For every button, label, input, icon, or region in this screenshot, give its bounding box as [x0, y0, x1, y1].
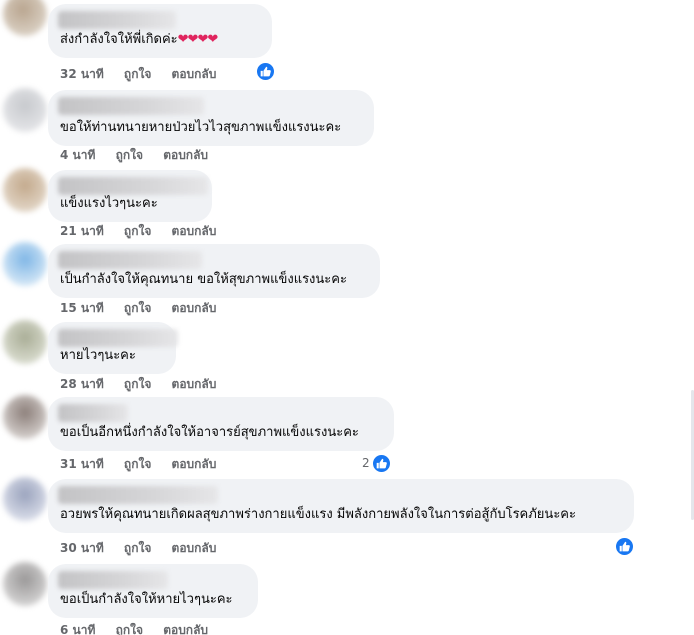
- comment-bubble: ขอเป็นอีกหนึ่งกำลังใจให้อาจารย์สุขภาพแข็…: [48, 397, 394, 451]
- like-icon: [371, 453, 391, 473]
- comment-text: ขอเป็นกำลังใจให้หายไวๆนะคะ: [60, 592, 233, 607]
- comment-bubble: เป็นกำลังใจให้คุณทนาย ขอให้สุขภาพแข็งแรง…: [48, 244, 380, 298]
- reply-button[interactable]: ตอบกลับ: [172, 224, 217, 238]
- commenter-name-blurred[interactable]: [58, 404, 128, 422]
- like-button[interactable]: ถูกใจ: [124, 457, 151, 471]
- comment-time[interactable]: 30 นาที: [60, 541, 104, 555]
- avatar[interactable]: [3, 477, 47, 521]
- comment-time[interactable]: 31 นาที: [60, 457, 104, 471]
- avatar[interactable]: [3, 88, 47, 132]
- reply-button[interactable]: ตอบกลับ: [172, 377, 217, 391]
- comment-text: หายไวๆนะคะ: [60, 348, 136, 363]
- like-button[interactable]: ถูกใจ: [124, 377, 151, 391]
- reply-button[interactable]: ตอบกลับ: [163, 148, 208, 162]
- reaction-summary[interactable]: [254, 61, 275, 81]
- avatar[interactable]: [3, 395, 47, 439]
- comment-bubble: แข็งแรงไวๆนะคะ: [48, 170, 212, 222]
- avatar[interactable]: [3, 0, 47, 36]
- comment-text: เป็นกำลังใจให้คุณทนาย ขอให้สุขภาพแข็งแรง…: [60, 272, 347, 287]
- commenter-name-blurred[interactable]: [58, 11, 176, 29]
- comment-text: ขอเป็นอีกหนึ่งกำลังใจให้อาจารย์สุขภาพแข็…: [60, 425, 359, 440]
- like-icon: [256, 61, 275, 81]
- comment-text: แข็งแรงไวๆนะคะ: [60, 196, 158, 211]
- like-button[interactable]: ถูกใจ: [124, 67, 151, 81]
- like-button[interactable]: ถูกใจ: [124, 541, 151, 555]
- comment-meta: 15 นาที ถูกใจ ตอบกลับ: [60, 299, 232, 318]
- reaction-summary[interactable]: [613, 536, 634, 556]
- avatar[interactable]: [3, 242, 47, 286]
- like-button[interactable]: ถูกใจ: [116, 623, 143, 635]
- reply-button[interactable]: ตอบกลับ: [172, 457, 217, 471]
- comment-text: ส่งกำลังใจให้พี่เกิดค่ะ❤❤❤❤: [60, 32, 219, 47]
- comment-time[interactable]: 15 นาที: [60, 301, 104, 315]
- avatar[interactable]: [3, 320, 47, 364]
- comment-bubble: หายไวๆนะคะ: [48, 322, 178, 374]
- like-button[interactable]: ถูกใจ: [124, 301, 151, 315]
- reaction-summary[interactable]: 2: [362, 453, 391, 473]
- avatar[interactable]: [3, 168, 47, 212]
- comment-time[interactable]: 21 นาที: [60, 224, 104, 238]
- comment-meta: 30 นาที ถูกใจ ตอบกลับ: [60, 539, 232, 558]
- comment-bubble: ส่งกำลังใจให้พี่เกิดค่ะ❤❤❤❤: [48, 4, 272, 58]
- comment-bubble: ขอให้ท่านทนายหายป่วยไวไวสุขภาพแข็งแรงนะค…: [48, 90, 374, 146]
- comment-feed: ส่งกำลังใจให้พี่เกิดค่ะ❤❤❤❤ 32 นาที ถูกใ…: [0, 0, 694, 635]
- reply-button[interactable]: ตอบกลับ: [172, 67, 217, 81]
- reply-button[interactable]: ตอบกลับ: [172, 301, 217, 315]
- comment-text: อวยพรให้คุณทนายเกิดผลสุขภาพร่างกายแข็งแร…: [60, 507, 576, 522]
- comment-text: ขอให้ท่านทนายหายป่วยไวไวสุขภาพแข็งแรงนะค…: [60, 120, 342, 135]
- comment-time[interactable]: 28 นาที: [60, 377, 104, 391]
- like-icon: [615, 536, 634, 556]
- comment-time[interactable]: 32 นาที: [60, 67, 104, 81]
- like-button[interactable]: ถูกใจ: [116, 148, 143, 162]
- commenter-name-blurred[interactable]: [58, 571, 168, 589]
- reaction-count: 2: [362, 456, 370, 470]
- comment-meta: 31 นาที ถูกใจ ตอบกลับ: [60, 455, 232, 474]
- comment-time[interactable]: 6 นาที: [60, 623, 95, 635]
- comment-meta: 28 นาที ถูกใจ ตอบกลับ: [60, 375, 232, 394]
- commenter-name-blurred[interactable]: [58, 486, 218, 504]
- comment-bubble: ขอเป็นกำลังใจให้หายไวๆนะคะ: [48, 564, 258, 618]
- comment-meta: 4 นาที ถูกใจ ตอบกลับ: [60, 146, 224, 165]
- reply-button[interactable]: ตอบกลับ: [163, 623, 208, 635]
- comment-meta: 21 นาที ถูกใจ ตอบกลับ: [60, 222, 232, 241]
- comment-meta: 6 นาที ถูกใจ ตอบกลับ: [60, 621, 224, 635]
- comment-time[interactable]: 4 นาที: [60, 148, 95, 162]
- commenter-name-blurred[interactable]: [58, 251, 202, 269]
- avatar[interactable]: [3, 562, 47, 606]
- like-button[interactable]: ถูกใจ: [124, 224, 151, 238]
- comment-bubble: อวยพรให้คุณทนายเกิดผลสุขภาพร่างกายแข็งแร…: [48, 479, 634, 533]
- heart-emoji-icon: ❤❤❤❤: [177, 32, 219, 47]
- comment-meta: 32 นาที ถูกใจ ตอบกลับ: [60, 65, 232, 84]
- commenter-name-blurred[interactable]: [58, 97, 204, 115]
- reply-button[interactable]: ตอบกลับ: [172, 541, 217, 555]
